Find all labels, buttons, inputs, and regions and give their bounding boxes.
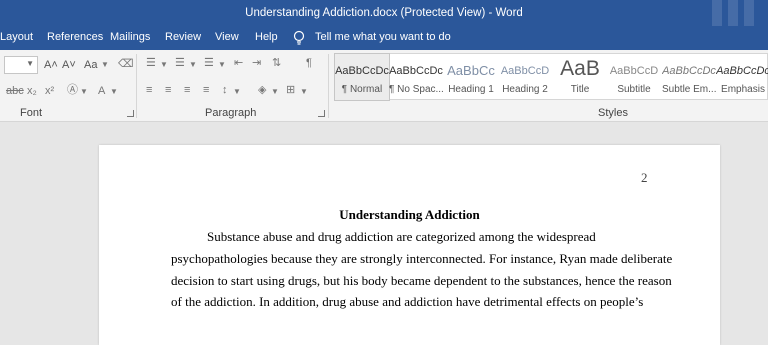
style-sample: AaBbCc [447,63,495,78]
numbering-icon[interactable]: ☰ [175,56,185,70]
sort-icon[interactable]: ⇅ [272,56,281,70]
style-subtle-emphasis[interactable]: AaBbCcDc Subtle Em... [662,54,716,100]
chevron-down-icon: ▼ [80,87,88,96]
style-name: ¶ No Spac... [389,84,443,95]
lightbulb-icon [293,30,305,45]
line-spacing-icon[interactable]: ↕ [222,83,228,97]
style-sample: AaBbCcD [609,65,659,77]
style-sample: AaBbCcDc [716,65,768,77]
clear-formatting-icon[interactable]: ⌫ [118,57,134,71]
style-sample: AaBbCcDc [389,65,443,77]
chevron-down-icon: ▼ [110,87,118,96]
chevron-down-icon: ▼ [271,87,279,96]
style-no-spacing[interactable]: AaBbCcDc ¶ No Spac... [389,54,443,100]
tab-review[interactable]: Review [165,26,201,50]
tab-view[interactable]: View [215,26,239,50]
style-subtitle[interactable]: AaBbCcD Subtitle [607,54,661,100]
grow-font-button[interactable]: A˄ [44,58,58,72]
chevron-down-icon: ▼ [160,60,168,69]
decrease-indent-icon[interactable]: ⇤ [234,56,243,70]
paragraph-dialog-launcher-icon[interactable] [318,110,325,117]
increase-indent-icon[interactable]: ⇥ [252,56,261,70]
document-title: Understanding Addiction [339,207,480,222]
title-decoration [728,0,738,26]
text-effects-icon[interactable]: Ⓐ [67,83,78,97]
paragraph-group-label: Paragraph [205,107,257,119]
styles-group-label: Styles [598,107,628,119]
style-name: Subtitle [617,84,651,95]
chevron-down-icon: ▼ [218,60,226,69]
chevron-down-icon: ▼ [101,60,109,69]
style-emphasis[interactable]: AaBbCcDc Emphasis [716,54,768,100]
paragraph-line: decision to start using drugs, but his b… [171,273,672,288]
style-sample: AaBbCcD [500,65,550,77]
ribbon: ▼ A˄ A˅ Aa ▼ ⌫ abc x₂ x² Ⓐ ▼ A ▼ Font ☰ … [0,50,768,122]
align-right-icon[interactable]: ≡ [184,83,190,97]
subscript-button[interactable]: x₂ [27,84,37,98]
font-size-combo[interactable]: ▼ [4,56,38,74]
bullets-icon[interactable]: ☰ [146,56,156,70]
chevron-down-icon: ▼ [233,87,241,96]
style-name: Title [570,84,590,95]
align-center-icon[interactable]: ≡ [165,83,171,97]
paragraph-line: Substance abuse and drug addiction are c… [207,229,596,244]
font-dialog-launcher-icon[interactable] [127,110,134,117]
style-name: Heading 1 [448,84,494,95]
tab-help[interactable]: Help [255,26,278,50]
multilevel-list-icon[interactable]: ☰ [204,56,214,70]
tab-references[interactable]: References [47,26,103,50]
tab-mailings[interactable]: Mailings [110,26,150,50]
window-title: Understanding Addiction.docx (Protected … [245,7,523,19]
chevron-down-icon: ▼ [26,59,34,68]
title-bar: Understanding Addiction.docx (Protected … [0,0,768,26]
style-name: Emphasis [721,84,765,95]
change-case-button[interactable]: Aa [84,58,97,72]
chevron-down-icon: ▼ [300,87,308,96]
shading-icon[interactable]: ◈ [258,83,266,97]
justify-icon[interactable]: ≡ [203,83,209,97]
chevron-down-icon: ▼ [189,60,197,69]
borders-icon[interactable]: ⊞ [286,83,295,97]
document-page[interactable]: 2 Understanding Addiction Substance abus… [99,145,720,345]
style-title[interactable]: AaB Title [553,54,607,100]
superscript-button[interactable]: x² [45,84,54,98]
style-heading-2[interactable]: AaBbCcD Heading 2 [498,54,552,100]
show-formatting-icon[interactable]: ¶ [306,56,312,70]
group-divider [328,54,329,118]
style-name: ¶ Normal [341,84,383,95]
style-sample: AaBbCcDc [335,65,389,77]
styles-gallery: AaBbCcDc ¶ Normal AaBbCcDc ¶ No Spac... … [334,53,768,101]
style-heading-1[interactable]: AaBbCc Heading 1 [444,54,498,100]
strikethrough-button[interactable]: abc [6,84,24,98]
page-number: 2 [641,170,648,185]
title-decoration [744,0,754,26]
tab-layout[interactable]: Layout [0,26,33,50]
paragraph-line: of the addiction. In addition, drug abus… [171,294,644,309]
style-sample: AaBbCcDc [662,65,716,77]
paragraph-line: psychopathologies because they are stron… [171,251,673,266]
group-divider [136,54,137,118]
style-sample: AaB [560,57,600,80]
font-color-button[interactable]: A [98,84,105,98]
document-workspace: 2 Understanding Addiction Substance abus… [0,122,768,345]
style-name: Heading 2 [502,84,548,95]
tell-me-search[interactable]: Tell me what you want to do [315,26,451,50]
style-name: Subtle Em... [662,84,716,95]
title-decoration [712,0,722,26]
font-group-label: Font [20,107,43,119]
align-left-icon[interactable]: ≡ [146,83,152,97]
shrink-font-button[interactable]: A˅ [62,58,76,72]
style-normal[interactable]: AaBbCcDc ¶ Normal [334,53,390,101]
ribbon-tabs: Layout References Mailings Review View H… [0,26,768,50]
